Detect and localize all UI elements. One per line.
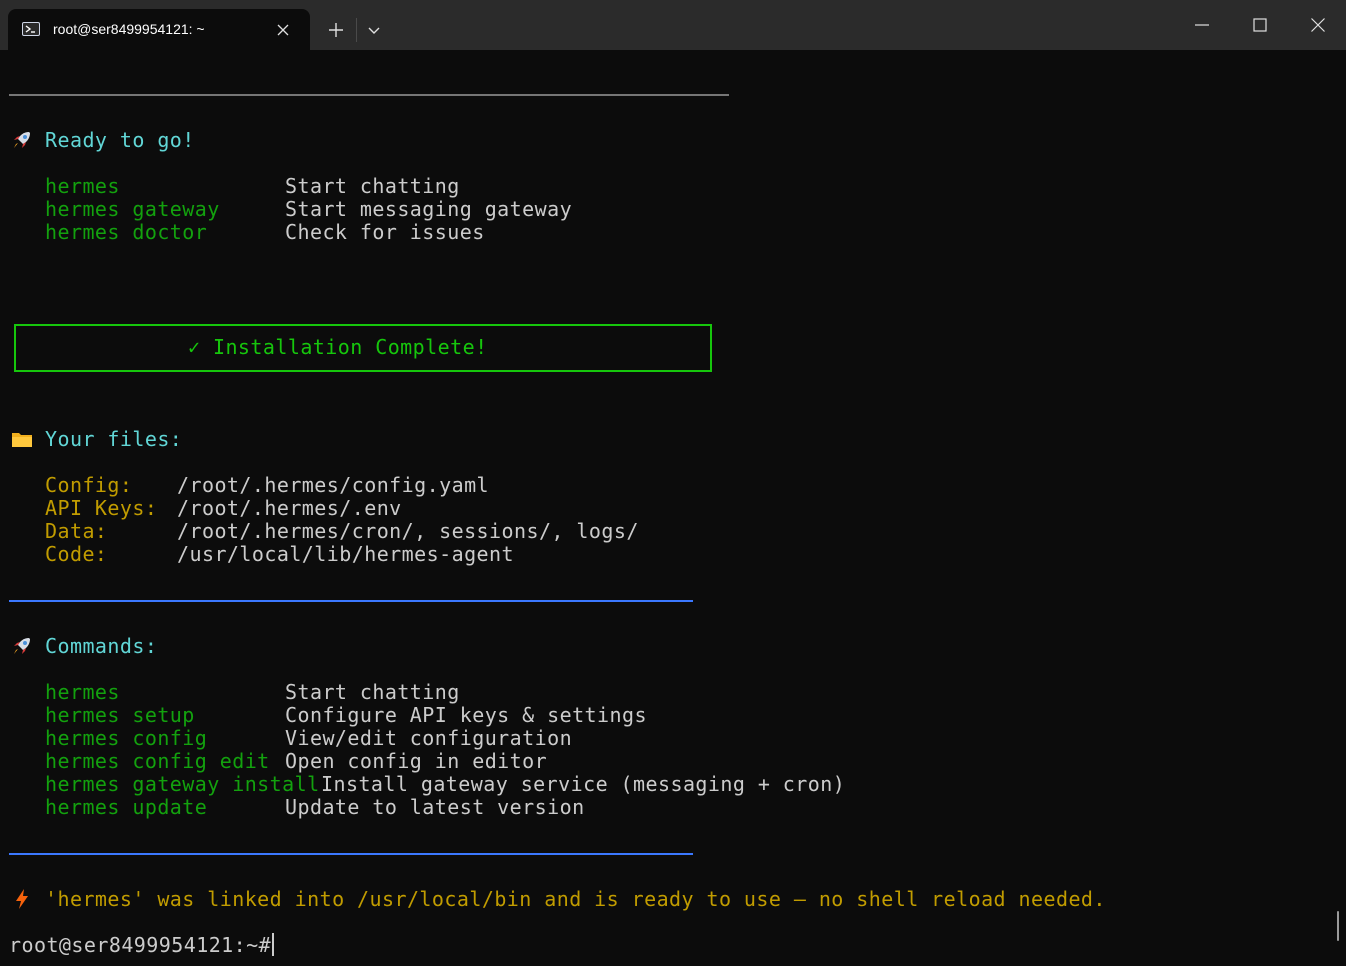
close-tab-icon[interactable] [274,21,292,39]
command-desc: Install gateway service (messaging + cro… [321,772,846,796]
ready-desc: Start messaging gateway [285,197,573,221]
new-tab-plus-icon[interactable] [322,16,350,44]
terminal-tab[interactable]: root@ser8499954121: ~ [8,9,310,50]
file-path: /usr/local/lib/hermes-agent [177,542,514,566]
ready-cmd: hermes [45,174,120,198]
command-name: hermes update [45,795,208,819]
file-path: /root/.hermes/config.yaml [177,473,490,497]
shell-prompt: root@ser8499954121:~# [9,933,272,957]
close-window-button[interactable] [1289,0,1346,50]
files-heading: Your files: [45,427,183,451]
divider [9,600,693,602]
ready-cmd: hermes gateway [45,197,220,221]
command-name: hermes config [45,726,208,750]
close-icon [1311,18,1325,32]
file-label: Config: [45,473,133,497]
rocket-icon [11,635,33,657]
ready-desc: Check for issues [285,220,485,244]
command-name: hermes [45,680,120,704]
installation-complete-text: ✓ Installation Complete! [188,335,488,359]
command-name: hermes setup [45,703,195,727]
ready-cmd: hermes doctor [45,220,208,244]
tab-separator [356,18,357,42]
chevron-down-icon[interactable] [362,16,386,44]
installation-complete-banner: ✓ Installation Complete! [14,324,712,372]
linked-notice: 'hermes' was linked into /usr/local/bin … [45,887,1106,911]
command-desc: View/edit configuration [285,726,573,750]
command-desc: Start chatting [285,680,460,704]
file-label: API Keys: [45,496,158,520]
folder-icon [11,428,33,450]
powershell-terminal-icon [22,21,40,37]
command-name: hermes config edit [45,749,270,773]
divider [9,853,693,855]
file-label: Data: [45,519,108,543]
divider [9,94,729,96]
text-cursor [272,933,274,956]
commands-heading: Commands: [45,634,158,658]
file-path: /root/.hermes/.env [177,496,402,520]
rocket-icon [11,129,33,151]
file-label: Code: [45,542,108,566]
ready-heading: Ready to go! [45,128,195,152]
ready-desc: Start chatting [285,174,460,198]
command-desc: Configure API keys & settings [285,703,647,727]
tab-title: root@ser8499954121: ~ [53,21,205,37]
minimize-icon [1195,24,1209,26]
scrollbar-thumb[interactable] [1337,911,1339,941]
command-desc: Update to latest version [285,795,585,819]
maximize-icon [1253,18,1267,32]
lightning-icon [11,888,33,910]
file-path: /root/.hermes/cron/, sessions/, logs/ [177,519,639,543]
terminal-output[interactable]: Ready to go! hermes Start chatting herme… [0,50,1346,966]
terminal-window: root@ser8499954121: ~ Ready to go! herme… [0,0,1346,966]
title-bar: root@ser8499954121: ~ [0,0,1346,50]
maximize-button[interactable] [1231,0,1289,50]
command-desc: Open config in editor [285,749,548,773]
minimize-button[interactable] [1173,0,1231,50]
command-name: hermes gateway install [45,772,320,796]
